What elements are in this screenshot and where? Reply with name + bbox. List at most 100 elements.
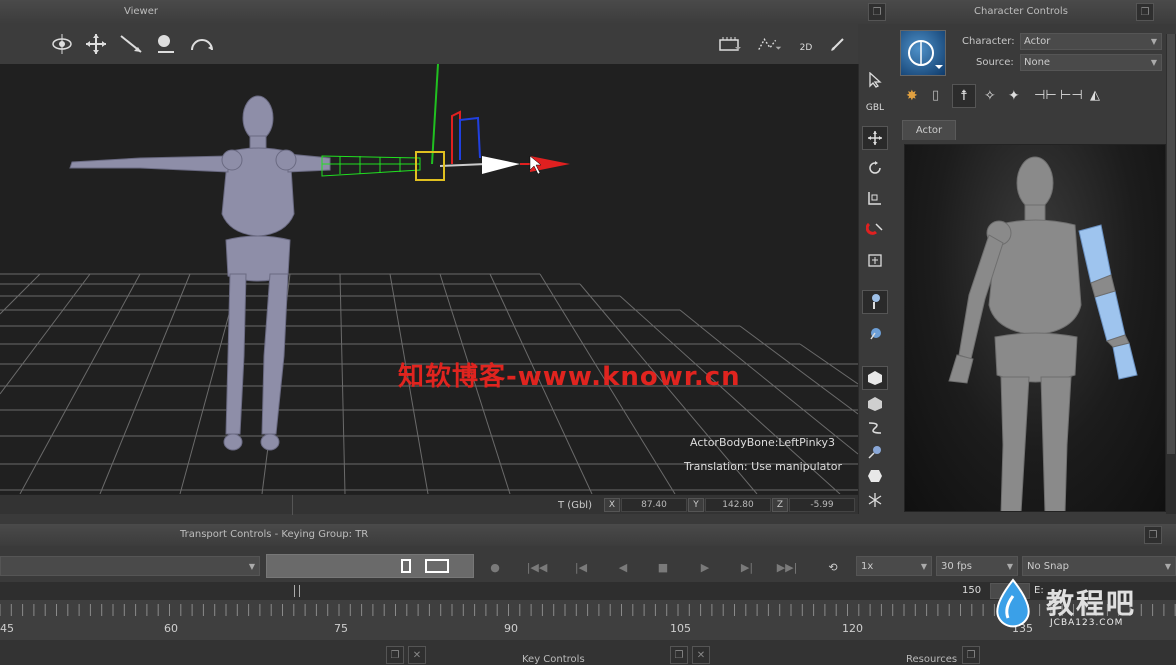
goto-start-button[interactable]: |◀◀ (526, 558, 548, 576)
figure-icon[interactable]: ☨ (952, 84, 976, 108)
resources-maximize-button[interactable]: ❐ (962, 646, 980, 664)
light-icon[interactable]: ✸ (906, 88, 918, 104)
transport-title: Transport Controls - Keying Group: TR (180, 529, 369, 540)
fps-select[interactable]: 30 fps ▼ (936, 556, 1018, 576)
mannequin (69, 95, 331, 451)
scale-tool-icon[interactable] (862, 186, 888, 210)
fps-value: 30 fps (941, 560, 972, 572)
orbit-icon[interactable] (48, 30, 76, 58)
retarget-pose-icon[interactable]: ✦ (1008, 88, 1020, 104)
coord-x-field[interactable]: 87.40 (621, 498, 687, 512)
resources-close-button[interactable]: ✕ (692, 646, 710, 664)
next-key-button[interactable]: ▶| (736, 558, 758, 576)
mirror-right-icon[interactable]: ⊢⊣ (1060, 88, 1083, 103)
character-controls-title: Character Controls (974, 6, 1068, 17)
chevron-down-icon: ▼ (1164, 562, 1171, 571)
viewport-scene (0, 64, 858, 494)
timeline-tick-label: 105 (670, 622, 691, 635)
roll-icon[interactable] (188, 30, 216, 58)
viewer-maximize-button[interactable]: ❐ (868, 3, 886, 21)
loop-icon[interactable]: ⟲ (818, 558, 848, 576)
actor-body-figure (948, 156, 1138, 511)
symmetry-icon[interactable]: ◭ (1090, 88, 1100, 103)
curve-path-icon[interactable] (862, 416, 888, 440)
coord-divider (292, 495, 293, 515)
key-controls-close-button[interactable]: ✕ (408, 646, 426, 664)
timeline-tick-label: 75 (334, 622, 348, 635)
pin-icon[interactable] (862, 440, 888, 464)
play-button[interactable]: ▶ (694, 558, 716, 576)
coord-x-label: X (604, 498, 620, 512)
view-2d-icon[interactable]: 2D (792, 30, 820, 58)
coord-z-label: Z (772, 498, 788, 512)
corner-logo-title: 教程吧 (1046, 587, 1137, 620)
snap-select[interactable]: No Snap ▼ (1022, 556, 1176, 576)
range-handle[interactable] (294, 585, 300, 597)
speed-select[interactable]: 1x ▼ (856, 556, 932, 576)
time-slider[interactable] (266, 554, 474, 578)
character-controls-panel: Character: Actor ▼ Source: None ▼ ✸ ▯ ☨ … (890, 24, 1176, 514)
chevron-down-icon: ▼ (920, 562, 927, 571)
coord-mode-label: T (Gbl) (558, 500, 592, 511)
view-2d-label: 2D (799, 43, 813, 53)
scrollbar-thumb[interactable] (1167, 34, 1175, 454)
source-select[interactable]: None ▼ (1020, 54, 1162, 71)
speed-value: 1x (861, 560, 874, 572)
keyframe-all-icon[interactable] (862, 366, 888, 390)
time-slider-handle-start[interactable] (401, 559, 411, 573)
pan-icon[interactable] (82, 30, 110, 58)
take-select[interactable]: ▼ (0, 556, 260, 576)
prev-key-button[interactable]: |◀ (570, 558, 592, 576)
tab-actor[interactable]: Actor (902, 120, 956, 140)
keyframe-selected-icon[interactable] (862, 392, 888, 416)
coord-z-field[interactable]: -5.99 (789, 498, 855, 512)
coord-y-field[interactable]: 142.80 (705, 498, 771, 512)
mirror-left-icon[interactable]: ⊣⊢ (1034, 88, 1057, 103)
key-controls-title: Key Controls (522, 654, 585, 665)
goto-end-button[interactable]: ▶▶| (776, 558, 798, 576)
key-controls-restore-button[interactable]: ❐ (386, 646, 404, 664)
actor-body-view[interactable] (904, 144, 1166, 512)
pivot-tool-icon[interactable] (862, 248, 888, 272)
stop-button[interactable]: ■ (652, 558, 674, 576)
3d-viewport[interactable]: 知软博客-www.knowr.cn ActorBodyBone:LeftPink… (0, 64, 858, 494)
zoom-icon[interactable] (152, 30, 180, 58)
source-label: Source: (976, 57, 1014, 68)
effector-pose-icon[interactable]: ✧ (984, 88, 996, 104)
timeline-tick-label: 45 (0, 622, 14, 635)
bone-name-overlay: ActorBodyBone:LeftPinky3 (690, 436, 836, 449)
transport-header: Transport Controls - Keying Group: TR ❐ (0, 524, 1176, 546)
rotate-tool-icon[interactable] (862, 156, 888, 180)
trash-icon[interactable]: ▯ (932, 88, 939, 103)
snowflake-icon[interactable] (862, 488, 888, 512)
character-controls-scrollbar[interactable] (1166, 34, 1176, 514)
hexagon-icon[interactable] (862, 464, 888, 488)
character-avatar-button[interactable] (900, 30, 946, 76)
resources-restore-button[interactable]: ❐ (670, 646, 688, 664)
record-button[interactable]: ● (484, 558, 506, 576)
pencil-icon[interactable] (824, 30, 852, 58)
corner-logo-url: JCBA123.COM (1050, 618, 1124, 628)
timeline-tick-label: 60 (164, 622, 178, 635)
range-end-value: 150 (962, 585, 982, 596)
translate-tool-icon[interactable] (862, 126, 888, 150)
global-mode-label[interactable]: GBL (862, 96, 888, 120)
snap-value: No Snap (1027, 560, 1069, 572)
body-part-ik-icon[interactable] (862, 322, 888, 346)
curve-view-icon[interactable] (756, 30, 784, 58)
play-reverse-button[interactable]: ◀ (612, 558, 634, 576)
chevron-down-icon: ▼ (1006, 562, 1013, 571)
magnet-icon[interactable] (862, 216, 888, 240)
coordinate-bar: T (Gbl) X 87.40 Y 142.80 Z -5.99 (0, 494, 858, 515)
select-arrow-icon[interactable] (862, 68, 888, 92)
character-controls-header: Character Controls ❐ (890, 0, 1176, 24)
time-slider-handle-end[interactable] (425, 559, 449, 573)
character-select[interactable]: Actor ▼ (1020, 33, 1162, 50)
selected-arm-wireframe (321, 155, 421, 177)
transport-maximize-button[interactable]: ❐ (1144, 526, 1162, 544)
viewer-toolbar: 2D (0, 24, 858, 64)
full-body-ik-icon[interactable] (862, 290, 888, 314)
character-controls-maximize-button[interactable]: ❐ (1136, 3, 1154, 21)
keyframe-view-icon[interactable] (716, 30, 744, 58)
dolly-icon[interactable] (118, 30, 146, 58)
